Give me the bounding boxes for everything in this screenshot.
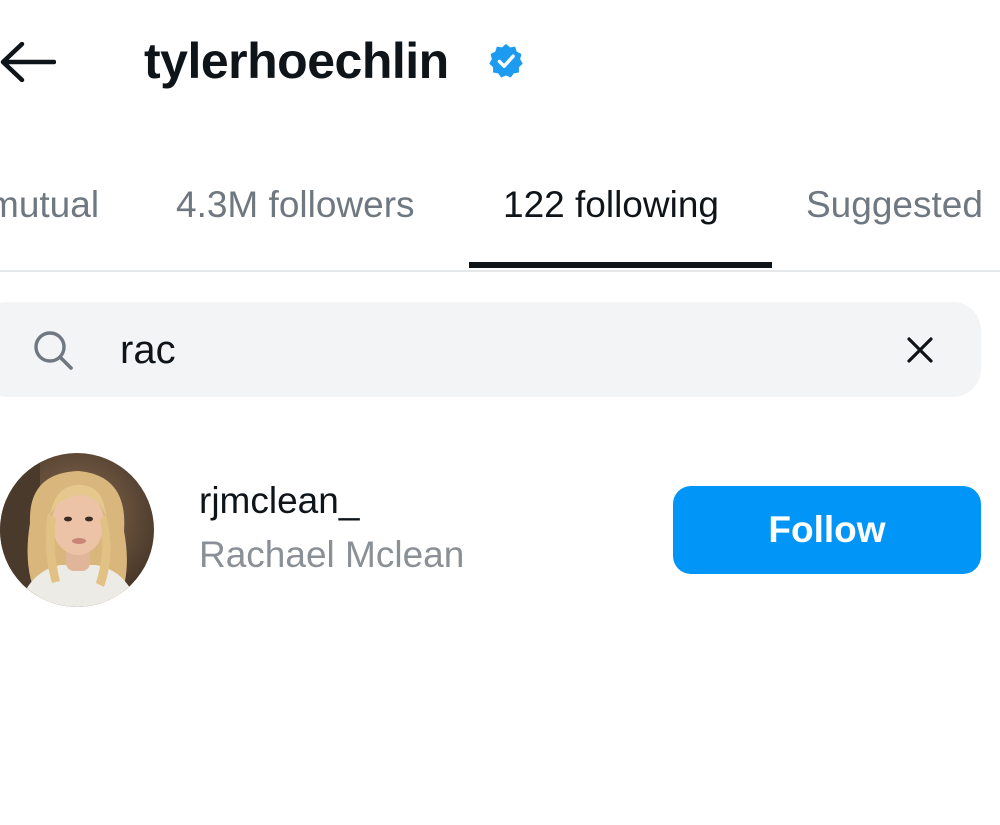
verified-badge-icon xyxy=(489,43,523,78)
follow-button[interactable]: Follow xyxy=(673,486,981,574)
active-tab-indicator xyxy=(469,262,772,268)
follow-tabs: mutual 4.3M followers 122 following Sugg… xyxy=(0,150,1000,272)
arrow-left-icon xyxy=(0,42,56,82)
list-item[interactable]: rjmclean_ Rachael Mclean Follow xyxy=(0,450,1000,610)
result-full-name: Rachael Mclean xyxy=(199,534,465,575)
profile-photo xyxy=(0,453,154,607)
tab-following[interactable]: 122 following xyxy=(503,180,719,230)
following-search-screen: tylerhoechlin mutual 4.3M followers 122 … xyxy=(0,0,1000,825)
search-input[interactable] xyxy=(120,320,820,380)
tab-followers[interactable]: 4.3M followers xyxy=(176,180,415,230)
profile-header: tylerhoechlin xyxy=(0,0,1000,125)
result-handle: rjmclean_ xyxy=(199,480,360,521)
tab-mutual[interactable]: mutual xyxy=(0,180,99,230)
avatar[interactable] xyxy=(0,453,154,607)
close-icon[interactable] xyxy=(900,330,940,370)
back-button[interactable] xyxy=(0,34,60,90)
search-icon xyxy=(34,331,73,370)
search-bar xyxy=(0,302,981,397)
tab-suggested[interactable]: Suggested xyxy=(806,180,983,230)
profile-username: tylerhoechlin xyxy=(144,33,449,89)
